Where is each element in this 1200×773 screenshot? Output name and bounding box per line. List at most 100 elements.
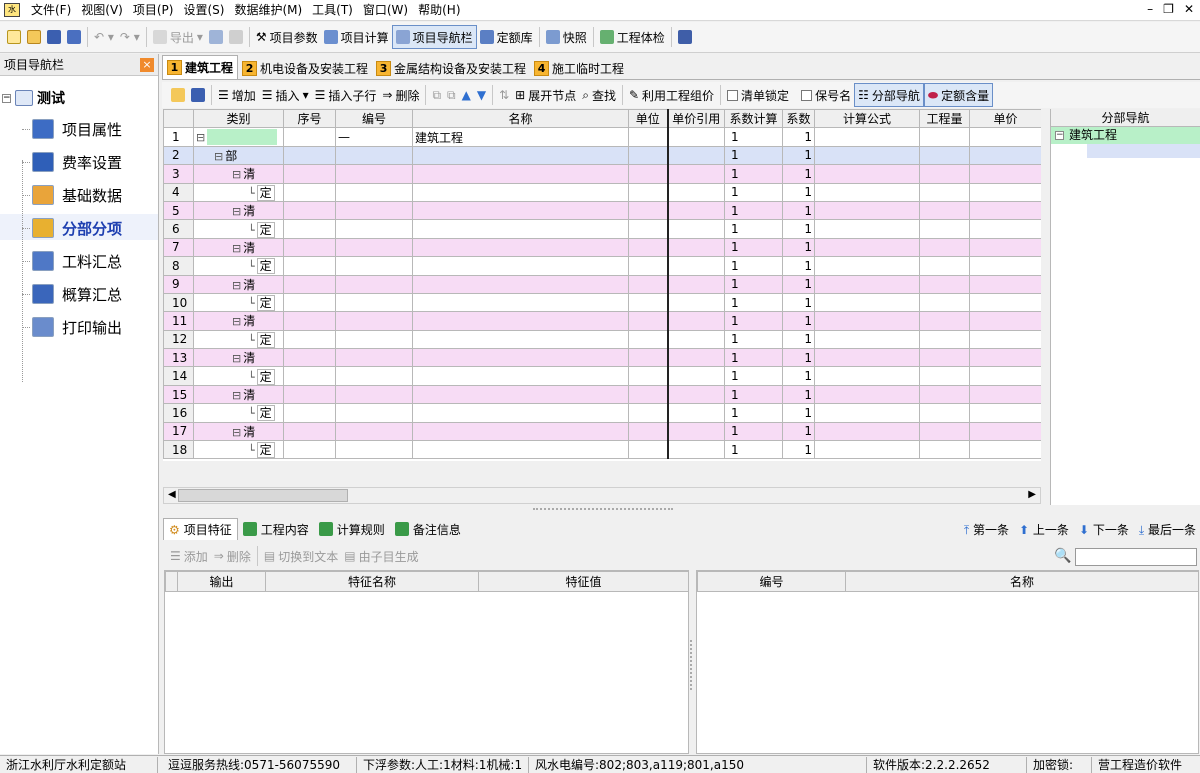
delete-feature-button[interactable]: ⇒ 删除 (211, 544, 254, 568)
name-cell[interactable] (412, 421, 629, 442)
vertical-splitter[interactable] (690, 640, 694, 690)
grid-cell[interactable] (667, 421, 725, 442)
grid-cell[interactable] (814, 403, 920, 423)
nav-item-project-properties[interactable]: 项目属性 (32, 117, 122, 141)
grid-cell[interactable] (283, 366, 336, 386)
grid-cell[interactable] (667, 440, 725, 460)
grid-cell[interactable] (628, 440, 669, 460)
keep-name-checkbox[interactable]: 保号名 (798, 83, 854, 107)
name-cell[interactable] (412, 348, 629, 368)
section-tree-root[interactable]: − 建筑工程 (1051, 127, 1200, 144)
coef-calc-cell[interactable]: 1 (724, 164, 783, 184)
collapse-icon[interactable]: − (2, 93, 11, 103)
grid-cell[interactable] (969, 145, 1041, 166)
collapse-icon[interactable]: ⊟ (232, 242, 241, 255)
table-row[interactable]: 1 ⊟ — 建筑工程 1 1 (163, 127, 1041, 147)
grid-cell[interactable] (667, 274, 725, 294)
grid-cell[interactable] (969, 440, 1041, 460)
coef-cell[interactable]: 1 (782, 145, 815, 166)
tab-calc-rules[interactable]: 计算规则 (314, 518, 390, 540)
grid-cell[interactable] (814, 440, 920, 460)
column-header[interactable]: 单位 (628, 109, 668, 129)
category-cell[interactable]: ⊟ 清 (193, 200, 284, 221)
table-row[interactable]: 15 ⊟ 清 1 1 (163, 384, 1041, 405)
grid-cell[interactable] (628, 127, 669, 147)
name-cell[interactable] (412, 200, 629, 221)
category-cell[interactable]: ⊟ 部 (193, 145, 284, 166)
name-cell[interactable] (412, 311, 629, 331)
category-cell[interactable]: ⊟ 清 (193, 274, 284, 294)
grid-cell[interactable] (283, 440, 336, 460)
grid-cell[interactable] (283, 274, 336, 294)
category-cell[interactable]: └ 定 (193, 219, 284, 239)
grid-cell[interactable] (283, 219, 336, 239)
name-cell[interactable] (412, 237, 629, 258)
coef-cell[interactable]: 1 (782, 219, 815, 239)
code-cell[interactable] (335, 219, 413, 239)
grid-cell[interactable] (969, 403, 1041, 423)
grid-cell[interactable] (667, 384, 725, 405)
grid-cell[interactable] (628, 348, 669, 368)
insert-child-button[interactable]: ☰ 插入子行 (312, 83, 380, 107)
menu-window[interactable]: 窗口(W) (358, 0, 413, 20)
column-header[interactable]: 编号 (697, 571, 846, 592)
lock-list-checkbox[interactable]: 清单锁定 (724, 83, 792, 107)
new-file-button[interactable] (4, 25, 24, 49)
snapshot-button[interactable]: 快照 (543, 25, 590, 49)
grid-cell[interactable] (283, 311, 336, 331)
menu-settings[interactable]: 设置(S) (178, 0, 229, 20)
calc-disabled-button[interactable] (226, 25, 246, 49)
code-cell[interactable] (335, 237, 413, 258)
grid-cell[interactable] (969, 237, 1041, 258)
code-cell[interactable] (335, 256, 413, 276)
save-grid-button[interactable] (188, 83, 208, 107)
grid-cell[interactable] (814, 292, 920, 313)
grid-cell[interactable] (283, 348, 336, 368)
tab-temporary-works[interactable]: 4 施工临时工程 (530, 57, 628, 79)
grid-cell[interactable] (628, 421, 669, 442)
grid-cell[interactable] (919, 200, 970, 221)
grid-cell[interactable] (283, 164, 336, 184)
grid-cell[interactable] (628, 256, 669, 276)
grid-cell[interactable] (969, 164, 1041, 184)
coef-calc-cell[interactable]: 1 (724, 329, 783, 350)
name-cell[interactable] (412, 292, 629, 313)
grid-cell[interactable] (969, 292, 1041, 313)
table-row[interactable]: 5 ⊟ 清 1 1 (163, 200, 1041, 221)
name-cell[interactable] (412, 164, 629, 184)
grid-cell[interactable] (969, 384, 1041, 405)
prev-record-button[interactable]: ⬆ 上一条 (1019, 521, 1069, 538)
grid-cell[interactable] (919, 366, 970, 386)
grid-cell[interactable] (814, 200, 920, 221)
grid-cell[interactable] (667, 403, 725, 423)
close-panel-icon[interactable]: × (140, 57, 154, 72)
grid-cell[interactable] (283, 421, 336, 442)
coef-cell[interactable]: 1 (782, 182, 815, 202)
insert-row-button[interactable]: ☰ 插入 ▾ (259, 83, 312, 107)
coef-cell[interactable]: 1 (782, 366, 815, 386)
column-header[interactable]: 工程量 (919, 109, 970, 129)
nav-item-rate-settings[interactable]: 费率设置 (32, 150, 122, 174)
table-row[interactable]: 3 ⊟ 清 1 1 (163, 164, 1041, 184)
grid-cell[interactable] (919, 219, 970, 239)
tab-electromechanical[interactable]: 2 机电设备及安装工程 (238, 57, 372, 79)
section-nav-button[interactable]: ☷ 分部导航 (854, 83, 924, 107)
category-cell[interactable]: └ 定 (193, 329, 284, 350)
nav-item-base-data[interactable]: 基础数据 (32, 183, 122, 207)
grid-cell[interactable] (628, 403, 669, 423)
table-row[interactable]: 11 ⊟ 清 1 1 (163, 311, 1041, 331)
name-cell[interactable] (412, 384, 629, 405)
grid-cell[interactable] (283, 200, 336, 221)
coef-cell[interactable]: 1 (782, 237, 815, 258)
category-cell[interactable]: ⊟ 清 (193, 237, 284, 258)
coef-cell[interactable]: 1 (782, 348, 815, 368)
nav-item-print-output[interactable]: 打印输出 (32, 315, 122, 339)
tab-metal-structure[interactable]: 3 金属结构设备及安装工程 (372, 57, 530, 79)
grid-cell[interactable] (969, 182, 1041, 202)
coef-calc-cell[interactable]: 1 (724, 403, 783, 423)
swap-button[interactable]: ⇅ (496, 83, 512, 107)
grid-cell[interactable] (283, 127, 336, 147)
collapse-icon[interactable]: ⊟ (214, 150, 223, 163)
scroll-right-icon[interactable]: ▶ (1028, 489, 1036, 500)
grid-cell[interactable] (667, 127, 725, 147)
